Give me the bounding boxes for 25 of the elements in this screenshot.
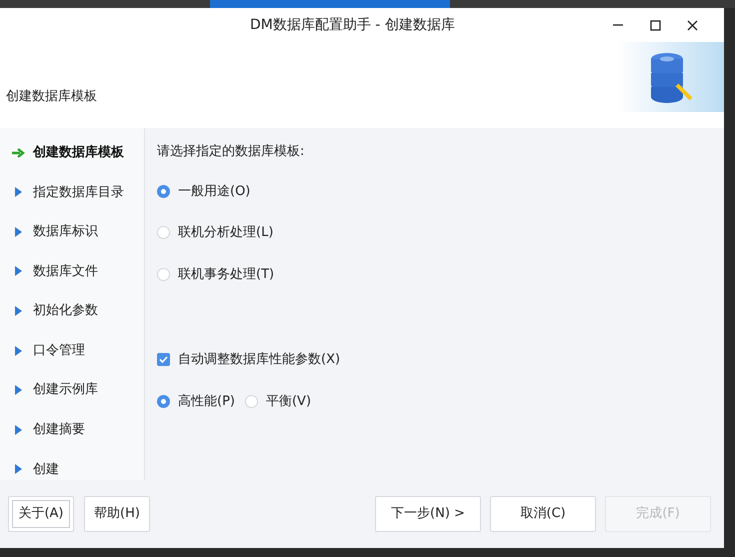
step-item: 数据库标识 (33, 223, 98, 242)
radio-option[interactable]: 联机分析处理(L) (157, 223, 724, 242)
dialog-button[interactable]: 帮助(H) (84, 496, 150, 532)
dialog-button[interactable]: 关于(A) (8, 496, 74, 532)
step-item: 创建示例库 (33, 381, 98, 400)
step-item: 指定数据库目录 (33, 184, 124, 202)
radio-option[interactable]: 联机事务处理(T) (157, 264, 724, 284)
window-title: DM数据库配置助手 - 创建数据库 (250, 16, 455, 34)
radio-option[interactable]: 高性能(P) (157, 392, 235, 411)
step-item: 数据库文件 (33, 262, 98, 281)
step-item: 初始化参数 (33, 302, 98, 320)
prompt-text: 请选择指定的数据库模板: (157, 143, 306, 161)
page-subtitle: 创建数据库模板 (5, 88, 97, 106)
checkmark-icon (159, 355, 168, 364)
radio-option[interactable]: 平衡(V) (244, 392, 312, 411)
maximize-icon[interactable] (650, 20, 661, 30)
dialog-button[interactable]: 下一步(N) > (375, 496, 481, 532)
auto-tune-checkbox[interactable]: 自动调整数据库性能参数(X) (157, 350, 724, 370)
step-item: 口令管理 (33, 342, 85, 360)
step-item: 创建数据库模板 (33, 144, 124, 162)
step-item: 创建 (33, 460, 59, 479)
step-item: 创建摘要 (33, 420, 85, 439)
radio-option[interactable]: 一般用途(O) (157, 182, 724, 201)
dialog-button[interactable]: 取消(C) (490, 496, 596, 532)
close-icon[interactable] (687, 20, 698, 30)
